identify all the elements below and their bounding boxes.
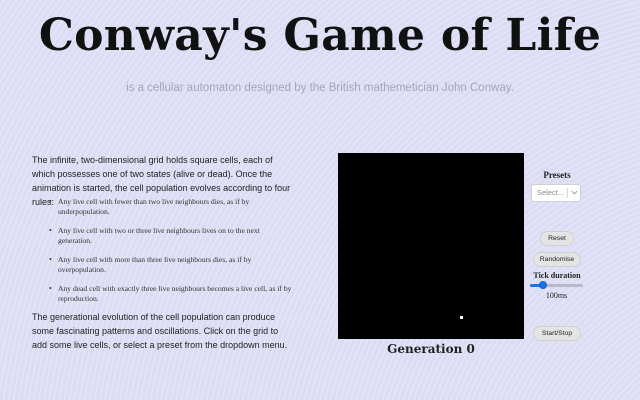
- tick-duration-value: 100ms: [545, 291, 568, 300]
- chevron-down-icon: [571, 190, 578, 195]
- presets-label: Presets: [543, 170, 571, 180]
- tick-duration-slider[interactable]: [530, 280, 583, 290]
- rules-list: Any live cell with fewer than two live n…: [32, 197, 294, 313]
- page-subtitle: is a cellular automaton designed by the …: [126, 82, 514, 94]
- page-title: Conway's Game of Life: [38, 10, 602, 61]
- live-cell[interactable]: [460, 316, 463, 319]
- rule-item: Any dead cell with exactly three live ne…: [32, 284, 294, 304]
- rule-item: Any live cell with more than three live …: [32, 255, 294, 275]
- outro-paragraph: The generational evolution of the cell p…: [32, 312, 288, 350]
- dropdown-divider: [567, 188, 568, 198]
- life-grid[interactable]: [338, 153, 524, 339]
- tick-duration-label: Tick duration: [533, 271, 581, 280]
- presets-placeholder: Select...: [537, 188, 565, 197]
- randomise-button[interactable]: Randomise: [533, 252, 581, 267]
- slider-thumb[interactable]: [539, 281, 548, 289]
- start-stop-button[interactable]: Start/Stop: [533, 326, 581, 341]
- rule-item: Any live cell with fewer than two live n…: [32, 197, 294, 217]
- generation-counter: Generation 0: [387, 342, 475, 356]
- reset-button[interactable]: Reset: [540, 231, 574, 246]
- rule-item: Any live cell with two or three live nei…: [32, 226, 294, 246]
- presets-dropdown[interactable]: Select...: [531, 184, 581, 202]
